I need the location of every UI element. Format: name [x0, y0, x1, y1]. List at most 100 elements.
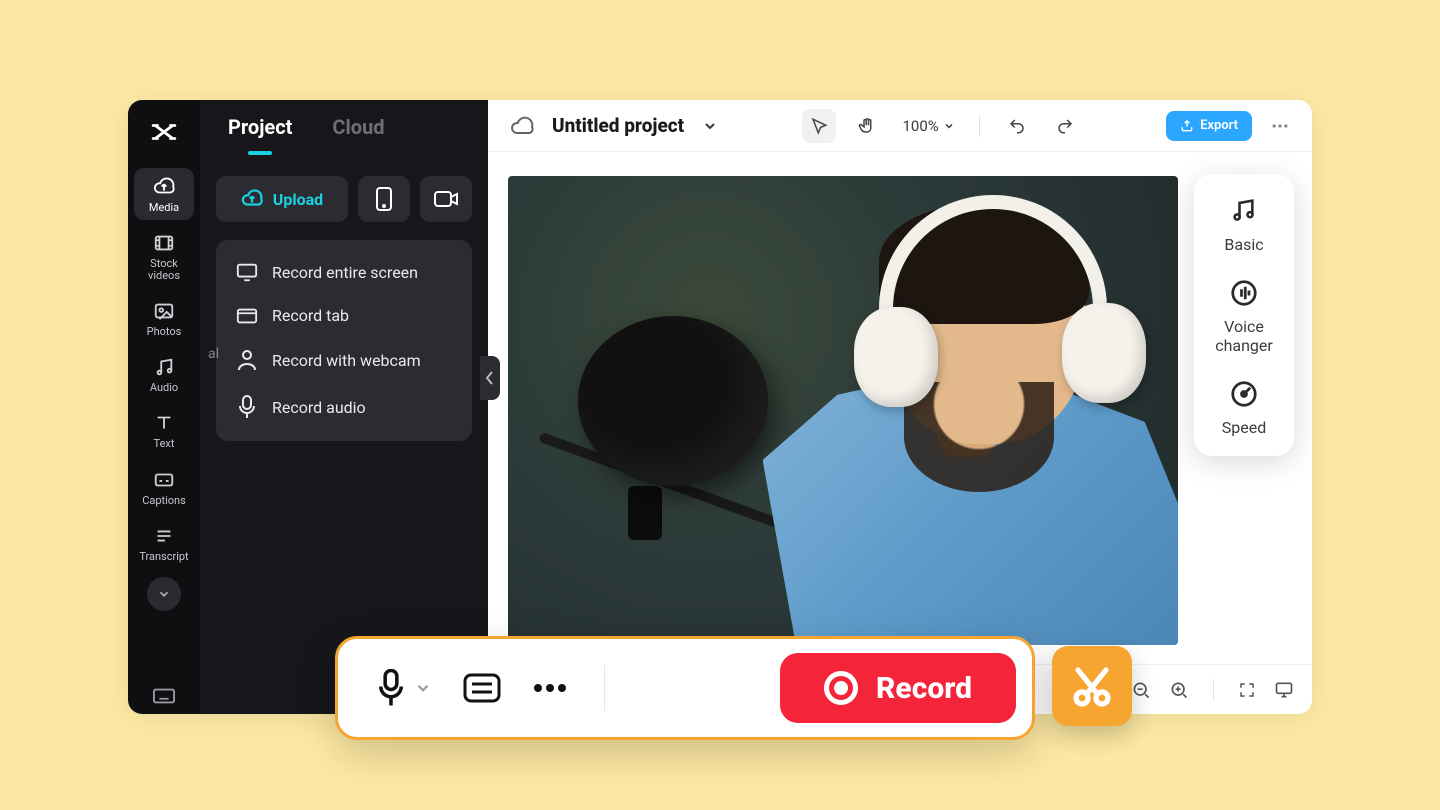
- camera-icon: [433, 189, 459, 209]
- text-icon: [153, 412, 175, 434]
- rail-photos[interactable]: Photos: [134, 292, 194, 344]
- record-webcam-label: Record with webcam: [272, 351, 421, 370]
- person-icon: [236, 349, 258, 371]
- chevron-down-icon: [414, 679, 432, 697]
- keyboard-icon[interactable]: [147, 684, 181, 708]
- zoom-in-button[interactable]: [1169, 680, 1189, 700]
- upload-label: Upload: [273, 190, 323, 209]
- app-logo-icon: [150, 118, 178, 146]
- monitor-icon: [236, 262, 258, 282]
- source-row: Upload: [200, 160, 488, 222]
- hand-tool[interactable]: [850, 109, 884, 143]
- export-label: Export: [1200, 118, 1238, 133]
- phone-source-button[interactable]: [358, 176, 410, 222]
- divider: [979, 115, 980, 137]
- rail-photos-label: Photos: [147, 326, 182, 338]
- rail-media[interactable]: Media: [134, 168, 194, 220]
- music-note-icon: [1229, 196, 1259, 226]
- cut-badge[interactable]: [1052, 646, 1132, 726]
- more-menu[interactable]: [1266, 116, 1294, 136]
- tab-cloud[interactable]: Cloud: [332, 115, 384, 145]
- divider: [604, 665, 605, 711]
- gauge-icon: [1229, 379, 1259, 409]
- rail-transcript[interactable]: Transcript: [134, 517, 194, 569]
- record-audio-label: Record audio: [272, 398, 366, 417]
- image-icon: [153, 300, 175, 322]
- cursor-tool[interactable]: [802, 109, 836, 143]
- zoom-out-button[interactable]: [1131, 680, 1151, 700]
- effects-voice-changer[interactable]: Voice changer: [1215, 278, 1273, 355]
- microphone-icon: [236, 395, 258, 419]
- panel-collapse-handle[interactable]: [480, 356, 500, 400]
- title-dropdown-icon[interactable]: [702, 118, 718, 134]
- present-button[interactable]: [1274, 681, 1294, 699]
- record-floating-bar: Record: [335, 636, 1035, 740]
- person-graphic: [763, 176, 1178, 645]
- phone-icon: [375, 186, 393, 212]
- record-entire-label: Record entire screen: [272, 263, 418, 282]
- zoom-level[interactable]: 100%: [902, 117, 954, 135]
- main-area: Untitled project 100% Export: [488, 100, 1312, 714]
- rail-media-label: Media: [149, 202, 179, 214]
- rail-more-button[interactable]: [147, 577, 181, 611]
- microphone-icon: [376, 669, 406, 707]
- rail-stock-label: Stock videos: [148, 258, 180, 282]
- app-window: Media Stock videos Photos Audio Text Cap…: [128, 100, 1312, 714]
- scissors-icon: [1068, 662, 1116, 710]
- panel-tabs: Project Cloud: [200, 100, 488, 160]
- tab-icon: [236, 307, 258, 325]
- upload-button[interactable]: Upload: [216, 176, 348, 222]
- record-tab-label: Record tab: [272, 306, 349, 325]
- film-icon: [153, 232, 175, 254]
- record-dot-icon: [824, 671, 858, 705]
- teleprompter-button[interactable]: [462, 672, 502, 704]
- cloud-upload-icon: [241, 188, 263, 210]
- record-button[interactable]: Record: [780, 653, 1016, 723]
- record-more-button[interactable]: [532, 682, 568, 694]
- project-title[interactable]: Untitled project: [552, 114, 684, 137]
- undo-button[interactable]: [1000, 109, 1034, 143]
- fullscreen-button[interactable]: [1238, 681, 1256, 699]
- mic-source-select[interactable]: [376, 669, 432, 707]
- cloud-sync-icon[interactable]: [506, 110, 538, 142]
- camera-source-button[interactable]: [420, 176, 472, 222]
- record-webcam[interactable]: Record with webcam: [222, 337, 466, 383]
- voice-wave-icon: [1229, 278, 1259, 308]
- rail-text[interactable]: Text: [134, 404, 194, 456]
- rail-audio[interactable]: Audio: [134, 348, 194, 400]
- effects-basic[interactable]: Basic: [1224, 196, 1263, 254]
- record-entire-screen[interactable]: Record entire screen: [222, 250, 466, 294]
- effects-panel: Basic Voice changer Speed: [1194, 174, 1294, 456]
- record-label: Record: [876, 671, 972, 706]
- preview-canvas[interactable]: [508, 176, 1178, 645]
- mic-foam-graphic: [578, 316, 768, 486]
- rail-captions[interactable]: Captions: [134, 461, 194, 513]
- rail-text-label: Text: [154, 438, 175, 450]
- media-panel: Project Cloud Upload al Record entire sc…: [200, 100, 488, 714]
- effects-voice-label: Voice changer: [1215, 318, 1273, 355]
- cloud-upload-icon: [153, 176, 175, 198]
- partial-text: al: [208, 346, 219, 362]
- topbar: Untitled project 100% Export: [488, 100, 1312, 152]
- record-audio[interactable]: Record audio: [222, 383, 466, 431]
- music-icon: [153, 356, 175, 378]
- rail-stock-videos[interactable]: Stock videos: [134, 224, 194, 288]
- left-rail: Media Stock videos Photos Audio Text Cap…: [128, 100, 200, 714]
- canvas-wrap: [488, 152, 1312, 664]
- redo-button[interactable]: [1048, 109, 1082, 143]
- divider: [1213, 679, 1214, 701]
- effects-basic-label: Basic: [1224, 236, 1263, 254]
- record-menu: Record entire screen Record tab Record w…: [216, 240, 472, 441]
- export-icon: [1180, 119, 1194, 133]
- effects-speed-label: Speed: [1222, 419, 1266, 437]
- record-tab[interactable]: Record tab: [222, 294, 466, 337]
- effects-speed[interactable]: Speed: [1222, 379, 1266, 437]
- rail-transcript-label: Transcript: [139, 551, 188, 563]
- rail-audio-label: Audio: [150, 382, 178, 394]
- mic-mount-graphic: [628, 486, 662, 540]
- captions-icon: [153, 469, 175, 491]
- rail-captions-label: Captions: [142, 495, 186, 507]
- export-button[interactable]: Export: [1166, 111, 1252, 141]
- tab-project[interactable]: Project: [228, 115, 292, 145]
- transcript-icon: [153, 525, 175, 547]
